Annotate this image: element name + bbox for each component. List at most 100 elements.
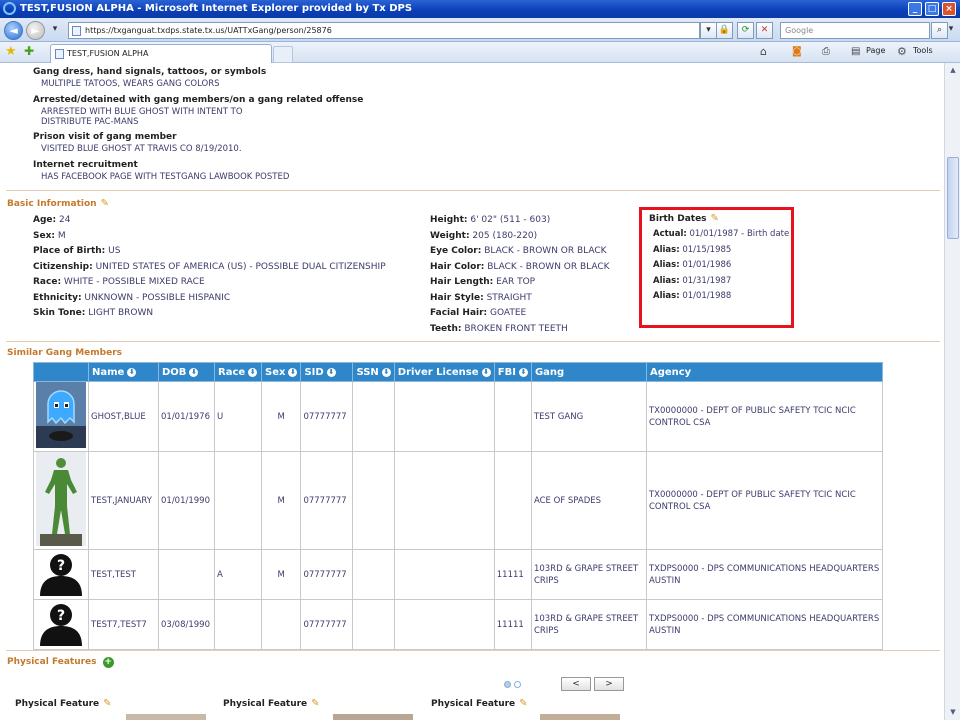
refresh-icon[interactable]: ⟳ (737, 22, 754, 39)
cell-driver-license (393, 549, 495, 600)
cell-sex: M (260, 549, 302, 600)
indicator-heading: Internet recruitment (33, 160, 138, 170)
cell-agency: TXDPS0000 - DPS COMMUNICATIONS HEADQUART… (645, 549, 883, 600)
page-menu[interactable]: Page (866, 46, 885, 55)
photo-cell[interactable]: ? (33, 599, 89, 650)
statue-photo[interactable] (36, 452, 86, 546)
basic-info-title-text: Basic Information (7, 199, 97, 209)
cell-gang: 103RD & GRAPE STREET CRIPS (530, 549, 647, 600)
vertical-scrollbar[interactable]: ▲ ▼ (944, 63, 960, 720)
scroll-thumb[interactable] (947, 157, 959, 239)
column-header-race[interactable]: Race ⬇ (214, 362, 262, 382)
column-header-agency: Agency (645, 362, 883, 382)
edit-pencil-icon[interactable]: ✎ (519, 698, 527, 709)
favorites-star-icon[interactable]: ★ (5, 45, 17, 58)
home-icon[interactable]: ⌂ (760, 45, 773, 58)
physical-features-title: Physical Features + (7, 657, 114, 668)
table-row[interactable]: ? TEST,TEST A M 07777777 11111 103RD & G… (33, 549, 883, 600)
cell-name[interactable]: TEST7,TEST7 (88, 599, 159, 650)
field-teeth: Teeth: BROKEN FRONT TEETH (430, 323, 568, 334)
stop-icon[interactable]: ✕ (756, 22, 773, 39)
add-favorites-icon[interactable]: ✚ (24, 45, 34, 58)
physical-feature-photo[interactable] (540, 714, 620, 720)
sort-icon[interactable]: ⬇ (189, 367, 199, 377)
indicator-value: DISTRIBUTE PAC-MANS (41, 117, 139, 127)
column-header-sid[interactable]: SID ⬇ (300, 362, 354, 382)
cell-name[interactable]: GHOST,BLUE (88, 381, 159, 452)
column-header-gang: Gang (530, 362, 647, 382)
prev-button[interactable]: < (561, 677, 591, 691)
cell-sex: M (260, 451, 302, 550)
field-hair-length: Hair Length: EAR TOP (430, 277, 536, 287)
column-header-driver-license[interactable]: Driver License ⬇ (393, 362, 495, 382)
table-row[interactable]: GHOST,BLUE 01/01/1976 U M 07777777 TEST … (33, 381, 883, 452)
carousel-dot-active[interactable] (504, 681, 511, 688)
next-button[interactable]: > (594, 677, 624, 691)
similar-gang-members-title: Similar Gang Members (7, 348, 122, 358)
table-row[interactable]: TEST,JANUARY 01/01/1990 M 07777777 ACE O… (33, 451, 883, 550)
divider (6, 190, 940, 191)
search-input[interactable]: Google (780, 22, 930, 39)
edit-pencil-icon[interactable]: ✎ (711, 213, 719, 224)
scroll-up-icon[interactable]: ▲ (947, 64, 959, 76)
add-icon[interactable]: + (102, 657, 114, 668)
sort-icon[interactable]: ⬇ (248, 367, 258, 377)
address-toolbar: ◄ ► ▾ https://txganguat.txdps.state.tx.u… (0, 18, 960, 42)
sort-icon[interactable]: ⬇ (326, 367, 336, 377)
carousel-dot[interactable] (514, 681, 521, 688)
cell-name[interactable]: TEST,TEST (88, 549, 159, 600)
sort-icon[interactable]: ⬇ (518, 367, 528, 377)
edit-pencil-icon[interactable]: ✎ (103, 698, 111, 709)
cell-agency: TX0000000 - DEPT OF PUBLIC SAFETY TCIC N… (645, 451, 883, 550)
photo-cell[interactable]: ? (33, 549, 89, 600)
sort-icon[interactable]: ⬇ (288, 367, 298, 377)
birth-dates-title-text: Birth Dates (649, 214, 707, 224)
edit-pencil-icon[interactable]: ✎ (311, 698, 319, 709)
column-header-fbi[interactable]: FBI ⬇ (493, 362, 532, 382)
print-icon[interactable]: ⎙ (822, 45, 835, 58)
column-header-sex[interactable]: Sex ⬇ (260, 362, 302, 382)
search-options-icon[interactable]: ▾ (945, 22, 957, 39)
table-row[interactable]: ? TEST7,TEST7 03/08/1990 07777777 11111 … (33, 599, 883, 650)
edit-pencil-icon[interactable]: ✎ (101, 198, 109, 209)
address-dropdown-icon[interactable]: ▾ (700, 22, 717, 39)
sort-icon[interactable]: ⬇ (481, 367, 491, 377)
lock-icon[interactable]: 🔒 (716, 22, 733, 39)
scroll-down-icon[interactable]: ▼ (947, 706, 959, 718)
ghost-photo[interactable] (36, 382, 86, 448)
indicator-value: ARRESTED WITH BLUE GHOST WITH INTENT TO (41, 107, 243, 117)
unknown-person-photo[interactable]: ? (36, 600, 86, 646)
close-button[interactable]: × (942, 2, 956, 16)
column-header-name[interactable]: Name ⬇ (88, 362, 159, 382)
similar-gang-members-table: Name ⬇ DOB ⬇ Race ⬇ Sex ⬇ SID ⬇ SSN ⬇ Driver L… (33, 362, 883, 650)
cell-sex: M (260, 381, 302, 452)
title-bar: TEST,FUSION ALPHA - Microsoft Internet E… (0, 0, 960, 18)
back-button[interactable]: ◄ (4, 21, 23, 40)
column-header-ssn[interactable]: SSN ⬇ (352, 362, 395, 382)
nav-dropdown-icon[interactable]: ▾ (48, 22, 62, 39)
search-placeholder: Google (785, 26, 814, 35)
sort-icon[interactable]: ⬇ (127, 367, 137, 377)
column-header-dob[interactable]: DOB ⬇ (158, 362, 215, 382)
physical-feature-photo[interactable] (126, 714, 206, 720)
unknown-person-photo[interactable]: ? (36, 550, 86, 596)
cell-ssn (352, 599, 395, 650)
minimize-button[interactable]: _ (908, 2, 922, 16)
maximize-button[interactable]: □ (925, 2, 939, 16)
tools-menu[interactable]: Tools (913, 46, 933, 55)
address-field[interactable]: https://txganguat.txdps.state.tx.us/UATT… (68, 22, 700, 39)
tab-page-icon (55, 49, 64, 59)
new-tab-button[interactable] (273, 46, 293, 63)
cell-sid: 07777777 (300, 599, 354, 650)
sort-icon[interactable]: ⬇ (381, 367, 391, 377)
cell-name[interactable]: TEST,JANUARY (88, 451, 159, 550)
feeds-icon[interactable]: ◙ (792, 45, 805, 58)
divider (6, 341, 940, 342)
physical-feature-photo[interactable] (333, 714, 413, 720)
photo-cell[interactable] (33, 381, 89, 452)
photo-cell[interactable] (33, 451, 89, 550)
cell-driver-license (393, 451, 495, 550)
tab-active[interactable]: TEST,FUSION ALPHA (50, 44, 272, 63)
ie-logo-icon (3, 2, 16, 15)
forward-button[interactable]: ► (26, 21, 45, 40)
